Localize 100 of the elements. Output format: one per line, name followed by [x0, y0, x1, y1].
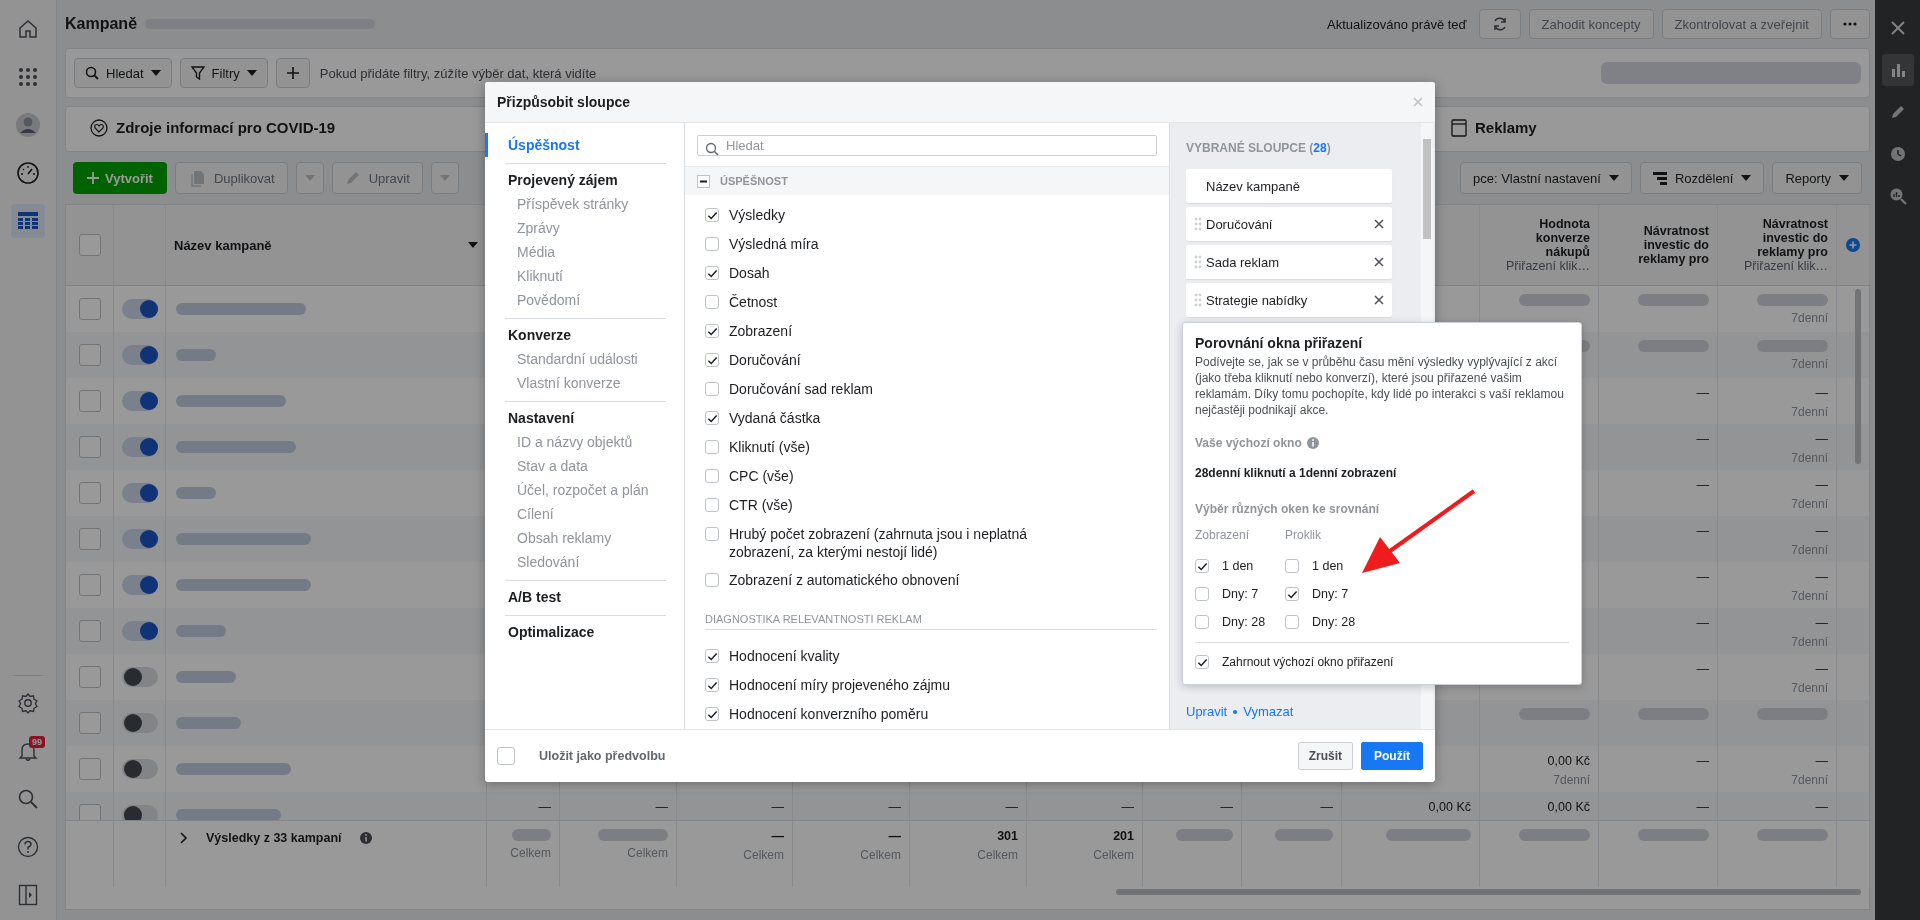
- column-header[interactable]: Návratnost investic do reklamy pro: [1726, 217, 1828, 259]
- checkbox[interactable]: [1195, 615, 1209, 629]
- checkbox[interactable]: [705, 353, 719, 368]
- row-checkbox[interactable]: [78, 390, 101, 412]
- checkbox[interactable]: [1195, 559, 1209, 573]
- toggle-switch[interactable]: [121, 621, 158, 641]
- toggle-switch[interactable]: [121, 345, 158, 365]
- checkbox[interactable]: [705, 649, 719, 663]
- row-checkbox[interactable]: [78, 298, 101, 320]
- select-all-checkbox[interactable]: [78, 234, 101, 256]
- checkbox[interactable]: [705, 469, 719, 484]
- add-column-icon[interactable]: [1846, 238, 1860, 252]
- toolbar-button[interactable]: Reporty: [1772, 162, 1862, 194]
- toggle-switch[interactable]: [121, 437, 158, 457]
- checkbox[interactable]: [705, 324, 719, 339]
- subcategory-item[interactable]: Vlastní konverze: [505, 371, 666, 395]
- toggle-switch[interactable]: [121, 529, 158, 549]
- horizontal-scrollbar[interactable]: [1116, 889, 1861, 895]
- checkbox[interactable]: [1195, 655, 1209, 669]
- side-rail-item[interactable]: [1881, 54, 1914, 86]
- remove-icon[interactable]: [1374, 257, 1384, 267]
- category-item[interactable]: Úspěšnost: [485, 133, 666, 157]
- subcategory-item[interactable]: Zprávy: [505, 216, 666, 240]
- checkbox[interactable]: [705, 411, 719, 426]
- row-checkbox[interactable]: [78, 436, 101, 458]
- row-checkbox[interactable]: [78, 712, 101, 734]
- drag-handle-icon[interactable]: [1194, 217, 1202, 231]
- toggle-switch[interactable]: [121, 391, 158, 411]
- nav-item[interactable]: [11, 204, 45, 238]
- remove-icon[interactable]: [1374, 219, 1384, 229]
- row-checkbox[interactable]: [78, 344, 101, 366]
- category-item[interactable]: Optimalizace: [485, 620, 666, 644]
- selected-column-item[interactable]: Sada reklam: [1186, 245, 1392, 279]
- toolbar-button[interactable]: pce: Vlastní nastavení: [1460, 162, 1632, 194]
- toggle-switch[interactable]: [121, 299, 158, 319]
- subcategory-item[interactable]: Obsah reklamy: [505, 526, 666, 550]
- category-item[interactable]: Konverze: [485, 323, 666, 347]
- remove-icon[interactable]: [1374, 295, 1384, 305]
- row-checkbox[interactable]: [78, 804, 101, 820]
- cancel-button[interactable]: Zrušit: [1297, 742, 1353, 770]
- checkbox[interactable]: [1195, 587, 1209, 601]
- vertical-scrollbar[interactable]: [1855, 289, 1861, 464]
- checkbox[interactable]: [705, 678, 719, 692]
- subcategory-item[interactable]: Kliknutí: [505, 264, 666, 288]
- checkbox[interactable]: [705, 237, 719, 252]
- drag-handle-icon[interactable]: [1194, 255, 1202, 269]
- toggle-switch[interactable]: [121, 575, 158, 595]
- filter-bar-button[interactable]: Hledat: [74, 58, 172, 88]
- row-checkbox[interactable]: [78, 482, 101, 504]
- row-checkbox[interactable]: [78, 758, 101, 780]
- subcategory-item[interactable]: Povědomí: [505, 288, 666, 312]
- apply-button[interactable]: Použít: [1361, 742, 1423, 770]
- collapse-icon[interactable]: [697, 174, 710, 188]
- tab[interactable]: Reklamy: [1437, 107, 1869, 151]
- checkbox[interactable]: [1285, 615, 1299, 629]
- preset-checkbox[interactable]: [497, 747, 515, 765]
- checkbox[interactable]: [705, 498, 719, 513]
- subcategory-item[interactable]: Sledování: [505, 550, 666, 574]
- nav-item[interactable]: 99: [11, 734, 45, 768]
- link[interactable]: Vymazat: [1243, 704, 1294, 719]
- subcategory-item[interactable]: Cílení: [505, 502, 666, 526]
- toggle-switch[interactable]: [121, 667, 158, 687]
- checkbox[interactable]: [705, 527, 719, 542]
- expand-chevron-icon[interactable]: [180, 832, 188, 844]
- create-button[interactable]: Vytvořit: [73, 162, 167, 194]
- category-item[interactable]: A/B test: [485, 585, 666, 609]
- subcategory-item[interactable]: Stav a data: [505, 454, 666, 478]
- checkbox[interactable]: [705, 208, 719, 223]
- checkbox[interactable]: [705, 266, 719, 281]
- subcategory-item[interactable]: ID a názvy objektů: [505, 430, 666, 454]
- checkbox[interactable]: [705, 382, 719, 397]
- drag-handle-icon[interactable]: [1194, 293, 1202, 307]
- subcategory-item[interactable]: Příspěvek stránky: [505, 192, 666, 216]
- checkbox[interactable]: [1285, 559, 1299, 573]
- checkbox[interactable]: [705, 440, 719, 455]
- link[interactable]: Upravit: [1186, 704, 1228, 719]
- more-button[interactable]: [1830, 9, 1870, 39]
- checkbox[interactable]: [705, 707, 719, 721]
- row-checkbox[interactable]: [78, 666, 101, 688]
- subcategory-item[interactable]: Účel, rozpočet a plán: [505, 478, 666, 502]
- checkbox[interactable]: [705, 295, 719, 310]
- subcategory-item[interactable]: Média: [505, 240, 666, 264]
- subcategory-item[interactable]: Standardní události: [505, 347, 666, 371]
- refresh-button[interactable]: [1478, 9, 1521, 39]
- row-checkbox[interactable]: [78, 574, 101, 596]
- toggle-switch[interactable]: [121, 713, 158, 733]
- checkbox[interactable]: [1285, 587, 1299, 601]
- toolbar-button[interactable]: Rozdělení: [1639, 162, 1765, 194]
- category-item[interactable]: Nastavení: [485, 406, 666, 430]
- selected-column-item[interactable]: Strategie nabídky: [1186, 283, 1392, 317]
- add-filter-button[interactable]: [275, 58, 310, 88]
- toggle-switch[interactable]: [121, 805, 158, 820]
- filter-bar-button[interactable]: Filtry: [179, 58, 268, 88]
- scrollbar[interactable]: [1423, 139, 1431, 239]
- toggle-switch[interactable]: [121, 759, 158, 779]
- filter-input[interactable]: Pokud přidáte filtry, zúžíte výběr dat, která vidíte: [317, 64, 742, 82]
- row-checkbox[interactable]: [78, 620, 101, 642]
- column-header[interactable]: Název kampaně: [174, 237, 272, 253]
- toggle-switch[interactable]: [121, 483, 158, 503]
- column-header[interactable]: Návratnost investic do reklamy pro: [1607, 224, 1709, 266]
